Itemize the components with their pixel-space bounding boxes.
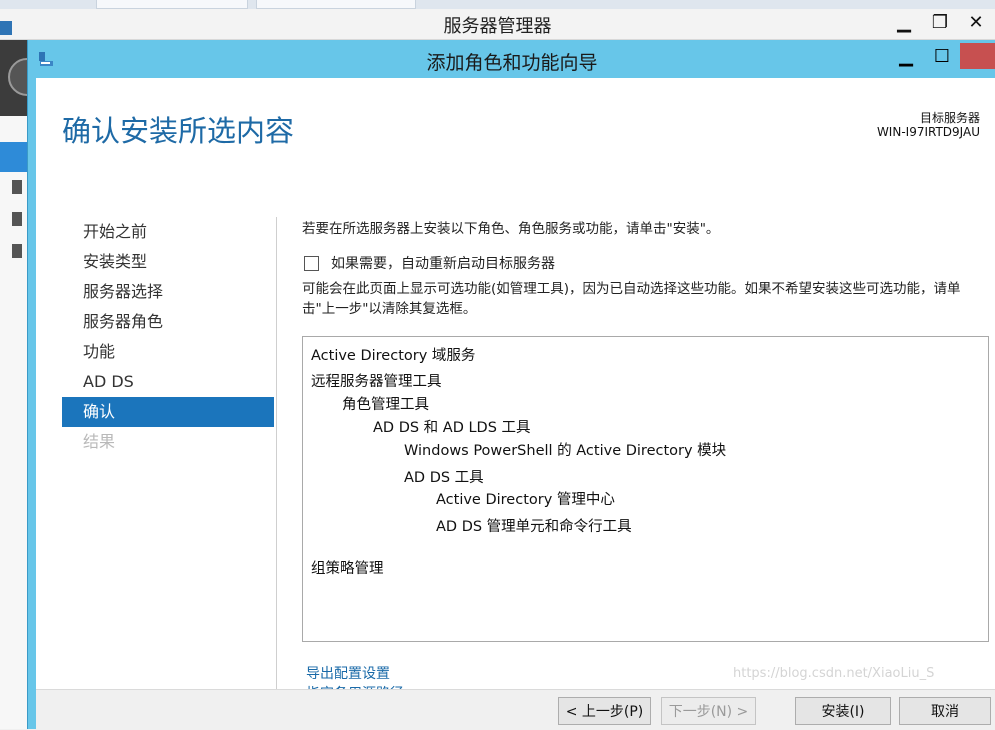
cancel-button[interactable]: 取消	[899, 697, 991, 725]
target-server-name: WIN-I97IRTD9JAU	[876, 125, 980, 139]
wizard-body: 确认安装所选内容 目标服务器 WIN-I97IRTD9JAU 开始之前 安装类型…	[36, 78, 995, 730]
outer-tab-strip	[0, 0, 995, 9]
nav-item-installation-type[interactable]: 安装类型	[62, 247, 274, 277]
intro-text: 若要在所选服务器上安装以下角色、角色服务或功能，请单击"安装"。	[302, 221, 720, 237]
outer-title-bar: 服务器管理器 ▁ ❐ ✕	[0, 9, 995, 40]
outer-window-title: 服务器管理器	[443, 16, 552, 37]
list-item: AD DS 工具	[404, 470, 484, 486]
sidebar-dashboard-icon[interactable]	[0, 142, 28, 172]
restart-checkbox[interactable]	[304, 255, 319, 271]
wizard-nav: 开始之前 安装类型 服务器选择 服务器角色 功能 AD DS 确认 结果	[62, 217, 274, 457]
wizard-title-bar: 添加角色和功能向导 ▁ ☐	[28, 40, 995, 78]
wizard-close-button[interactable]	[960, 43, 995, 69]
outer-tab[interactable]	[96, 0, 248, 9]
wizard-footer: < 上一步(P) 下一步(N) > 安装(I) 取消	[36, 689, 995, 730]
selected-features-list[interactable]: Active Directory 域服务 远程服务器管理工具 角色管理工具 AD…	[302, 336, 989, 642]
server-manager-sidebar	[0, 40, 46, 729]
list-item: Active Directory 管理中心	[436, 492, 615, 508]
nav-item-server-roles[interactable]: 服务器角色	[62, 307, 274, 337]
next-button: 下一步(N) >	[661, 697, 756, 725]
wizard-minimize-button[interactable]: ▁	[888, 43, 924, 69]
list-item: Windows PowerShell 的 Active Directory 模块	[404, 443, 727, 459]
list-item: Active Directory 域服务	[311, 348, 476, 364]
list-item: 角色管理工具	[342, 397, 429, 413]
outer-tab[interactable]	[256, 0, 416, 9]
sidebar-local-server-icon[interactable]	[12, 180, 22, 194]
outer-close-button[interactable]: ✕	[958, 9, 994, 35]
wizard-maximize-button[interactable]: ☐	[924, 43, 960, 69]
target-server-label: 目标服务器	[919, 111, 980, 125]
nav-item-server-selection[interactable]: 服务器选择	[62, 277, 274, 307]
list-item: 远程服务器管理工具	[311, 374, 442, 390]
nav-item-before-you-begin[interactable]: 开始之前	[62, 217, 274, 247]
add-roles-wizard-window: 添加角色和功能向导 ▁ ☐ 确认安装所选内容 目标服务器 WIN-I97IRTD…	[27, 40, 995, 730]
list-item: 组策略管理	[311, 561, 384, 577]
restart-checkbox-label[interactable]: 如果需要，自动重新启动目标服务器	[331, 253, 555, 273]
nav-item-confirmation[interactable]: 确认	[62, 397, 274, 427]
nav-divider	[276, 217, 277, 700]
optional-features-note: 可能会在此页面上显示可选功能(如管理工具)，因为已自动选择这些功能。如果不希望安…	[302, 281, 961, 317]
nav-item-ad-ds[interactable]: AD DS	[62, 367, 274, 397]
previous-button[interactable]: < 上一步(P)	[558, 697, 651, 725]
list-item: AD DS 管理单元和命令行工具	[436, 519, 632, 535]
list-item: AD DS 和 AD LDS 工具	[373, 420, 531, 436]
outer-maximize-button[interactable]: ❐	[922, 9, 958, 35]
nav-item-features[interactable]: 功能	[62, 337, 274, 367]
restart-checkbox-row[interactable]: 如果需要，自动重新启动目标服务器	[304, 253, 555, 273]
nav-item-results: 结果	[83, 432, 116, 451]
install-button[interactable]: 安装(I)	[795, 697, 891, 725]
sidebar-all-servers-icon[interactable]	[12, 212, 22, 226]
sidebar-file-services-icon[interactable]	[12, 244, 22, 258]
sidebar-header	[0, 40, 46, 116]
page-title: 确认安装所选内容	[62, 114, 295, 148]
outer-minimize-button[interactable]: ▁	[886, 9, 922, 35]
wizard-title: 添加角色和功能向导	[426, 52, 598, 74]
export-config-link[interactable]: 导出配置设置	[306, 663, 390, 683]
